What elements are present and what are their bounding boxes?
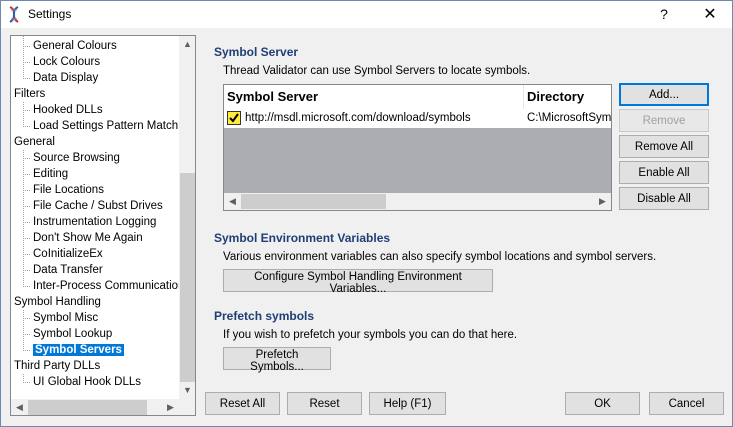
tree-item-label: Symbol Servers	[33, 344, 124, 356]
column-header-symbol-server[interactable]: Symbol Server	[224, 85, 524, 109]
symbol-server-description: Thread Validator can use Symbol Servers …	[223, 65, 531, 77]
reset-button[interactable]: Reset	[287, 392, 362, 415]
enable-all-button[interactable]: Enable All	[619, 161, 709, 184]
tree-item-label: File Locations	[33, 184, 104, 196]
tree-item[interactable]: Source Browsing	[33, 150, 120, 166]
tree-item-label: Hooked DLLs	[33, 104, 103, 116]
list-scroll-left-arrow-icon[interactable]: ◀	[224, 193, 241, 210]
tree-item-label: General Colours	[33, 40, 117, 52]
tree-item-label: Instrumentation Logging	[33, 216, 157, 228]
tree-item-label: Symbol Misc	[33, 312, 99, 324]
tree-item-label: Load Settings Pattern Match	[33, 120, 179, 132]
tree-item-label: Lock Colours	[33, 56, 101, 68]
cancel-button[interactable]: Cancel	[649, 392, 724, 415]
tree-horizontal-scroll-thumb[interactable]	[28, 400, 147, 415]
title-bar: Settings ? ✕	[1, 1, 732, 28]
table-row[interactable]: http://msdl.microsoft.com/download/symbo…	[224, 109, 611, 128]
scroll-down-arrow-icon[interactable]: ▼	[179, 382, 195, 399]
add-server-button[interactable]: Add...	[619, 83, 709, 106]
column-header-directory[interactable]: Directory	[524, 85, 611, 109]
settings-window: Settings ? ✕ General Colours Lock Colours…	[0, 0, 733, 427]
configure-env-vars-button[interactable]: Configure Symbol Handling Environment Va…	[223, 269, 493, 295]
ok-button[interactable]: OK	[565, 392, 640, 415]
tree-group[interactable]: Third Party DLLs	[14, 358, 100, 374]
server-directory-cell: C:\MicrosoftSym	[527, 112, 611, 124]
symbol-server-list[interactable]: Symbol Server Directory http://msdl.micr…	[223, 84, 612, 211]
tree-item[interactable]: Editing	[33, 166, 68, 182]
server-url-cell: http://msdl.microsoft.com/download/symbo…	[245, 112, 471, 124]
tree-item[interactable]: Hooked DLLs	[33, 102, 103, 118]
tree-item[interactable]: Load Settings Pattern Match	[33, 118, 178, 134]
tree-item[interactable]: File Locations	[33, 182, 104, 198]
tree-item-label: CoInitializeEx	[33, 248, 103, 260]
help-title-button[interactable]: ?	[641, 1, 687, 28]
tree-item-label: Source Browsing	[33, 152, 120, 164]
tree-item[interactable]: Don't Show Me Again	[33, 230, 143, 246]
tree-group[interactable]: General	[14, 134, 55, 150]
scroll-corner	[179, 399, 195, 415]
help-button[interactable]: Help (F1)	[369, 392, 446, 415]
list-horizontal-scroll-thumb[interactable]	[241, 194, 386, 209]
tree-item[interactable]: General Colours	[33, 38, 117, 54]
tree-item[interactable]: Data Display	[33, 70, 98, 86]
remove-server-button[interactable]: Remove	[619, 109, 709, 132]
tree-item-label: Symbol Handling	[14, 296, 101, 308]
window-title: Settings	[28, 7, 72, 21]
tree-item-label: Editing	[33, 168, 69, 180]
tree-item[interactable]: File Cache / Subst Drives	[33, 198, 163, 214]
tree-item-label: Third Party DLLs	[14, 360, 101, 372]
tree-item-label: Symbol Lookup	[33, 328, 113, 340]
tree-item[interactable]: Symbol Lookup	[33, 326, 112, 342]
tree-item[interactable]: Symbol Misc	[33, 310, 98, 326]
tree-item[interactable]: Symbol Servers	[33, 342, 124, 358]
tree-item-label: Inter-Process Communication	[33, 280, 185, 292]
tree-horizontal-scrollbar[interactable]: ◀ ▶	[11, 399, 179, 415]
list-header: Symbol Server Directory	[224, 85, 611, 110]
tree-item[interactable]: Data Transfer	[33, 262, 103, 278]
tree-vertical-scrollbar[interactable]: ▲ ▼	[179, 36, 195, 399]
close-title-button[interactable]: ✕	[687, 1, 733, 28]
scroll-up-arrow-icon[interactable]: ▲	[179, 36, 195, 53]
reset-all-button[interactable]: Reset All	[205, 392, 280, 415]
symbol-server-heading: Symbol Server	[214, 45, 299, 59]
app-dna-icon	[9, 6, 19, 23]
tree-item-label: Filters	[14, 88, 46, 100]
prefetch-symbols-button[interactable]: Prefetch Symbols...	[223, 347, 331, 373]
list-horizontal-scrollbar[interactable]: ◀ ▶	[224, 193, 611, 210]
disable-all-button[interactable]: Disable All	[619, 187, 709, 210]
tree-item[interactable]: Inter-Process Communication	[33, 278, 184, 294]
tree-item-label: Data Transfer	[33, 264, 103, 276]
tree-item[interactable]: CoInitializeEx	[33, 246, 103, 262]
scroll-left-arrow-icon[interactable]: ◀	[11, 399, 28, 415]
tree-group[interactable]: Symbol Handling	[14, 294, 101, 310]
prefetch-description: If you wish to prefetch your symbols you…	[223, 329, 518, 341]
tree-vertical-scroll-thumb[interactable]	[180, 173, 195, 382]
tree-item-label: Data Display	[33, 72, 99, 84]
tree-item-label: Don't Show Me Again	[33, 232, 143, 244]
remove-all-button[interactable]: Remove All	[619, 135, 709, 158]
scroll-right-arrow-icon[interactable]: ▶	[162, 399, 179, 415]
tree-item[interactable]: Lock Colours	[33, 54, 100, 70]
prefetch-heading: Prefetch symbols	[214, 309, 315, 323]
list-scroll-right-arrow-icon[interactable]: ▶	[594, 193, 611, 210]
tree-item[interactable]: Instrumentation Logging	[33, 214, 156, 230]
env-vars-description: Various environment variables can also s…	[223, 251, 657, 263]
tree-item[interactable]: UI Global Hook DLLs	[33, 374, 141, 390]
settings-tree[interactable]: General Colours Lock Colours Data Display F…	[10, 35, 196, 416]
env-vars-heading: Symbol Environment Variables	[214, 231, 391, 245]
tree-item-label: UI Global Hook DLLs	[33, 376, 142, 388]
checkmark-icon	[229, 113, 239, 123]
tree-group[interactable]: Filters	[14, 86, 45, 102]
tree-item-label: File Cache / Subst Drives	[33, 200, 163, 212]
tree-item-label: General	[14, 136, 55, 148]
server-enabled-checkbox[interactable]	[227, 111, 241, 125]
